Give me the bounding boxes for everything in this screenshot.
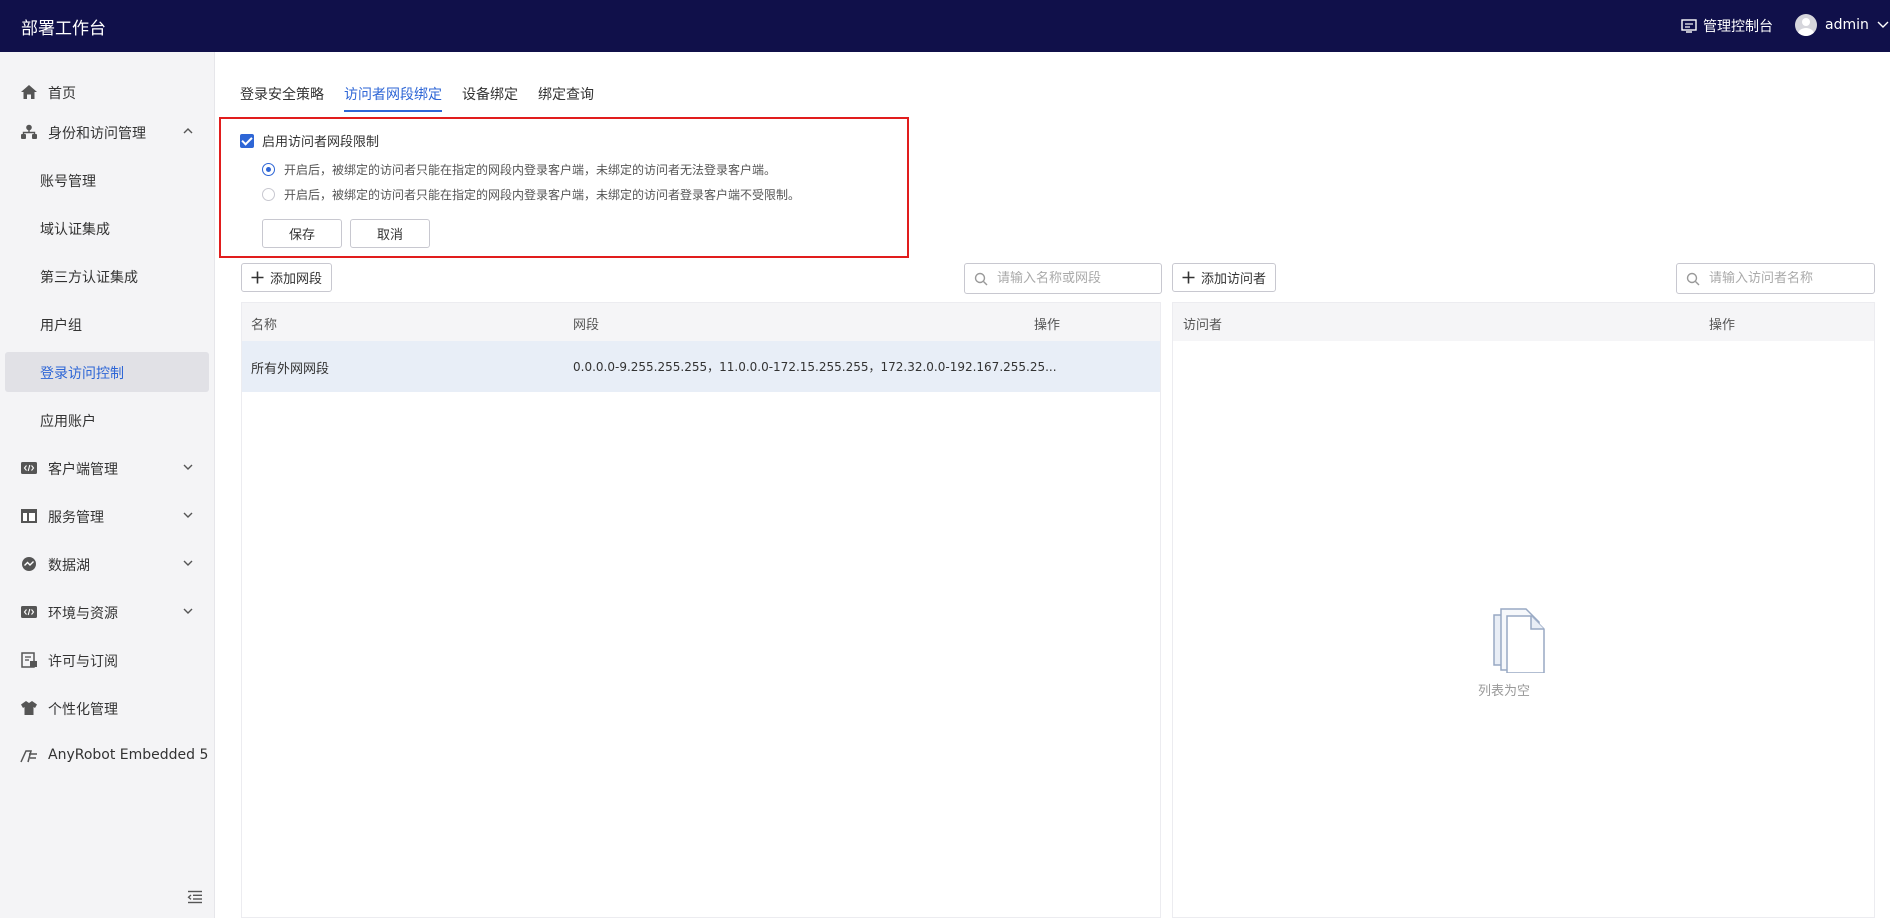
chevron-down-icon xyxy=(183,608,193,614)
avatar xyxy=(1795,14,1817,36)
code-icon xyxy=(21,606,37,618)
sidebar-item-label: 身份和访问管理 xyxy=(48,126,146,142)
sidebar: 首页 身份和访问管理 账号管理 域认证集成 第三方认证集成 用户组 登录访问控制… xyxy=(0,52,215,918)
restriction-option-label: 开启后，被绑定的访问者只能在指定的网段内登录客户端，未绑定的访问者无法登录客户端… xyxy=(284,163,777,177)
enable-restriction-label: 启用访问者网段限制 xyxy=(262,135,380,150)
app-title: 部署工作台 xyxy=(21,19,106,39)
code-icon xyxy=(21,462,37,474)
sidebar-item-personalization[interactable]: 个性化管理 xyxy=(0,688,215,728)
console-label: 管理控制台 xyxy=(1703,19,1773,35)
restriction-option-strict[interactable]: 开启后，被绑定的访问者只能在指定的网段内登录客户端，未绑定的访问者无法登录客户端… xyxy=(262,161,776,178)
restriction-option-loose[interactable]: 开启后，被绑定的访问者只能在指定的网段内登录客户端，未绑定的访问者登录客户端不受… xyxy=(262,186,800,203)
org-icon xyxy=(21,124,37,139)
sidebar-item-label: 登录访问控制 xyxy=(40,366,124,382)
visitor-search-field[interactable] xyxy=(1709,271,1849,286)
empty-list-icon xyxy=(1493,608,1545,673)
active-tab-indicator xyxy=(344,110,442,112)
column-header-name: 名称 xyxy=(251,318,278,333)
collapse-sidebar-icon[interactable] xyxy=(187,890,203,904)
checkbox-checked[interactable] xyxy=(240,133,254,148)
tab-device-binding[interactable]: 设备绑定 xyxy=(462,84,518,104)
chevron-down-icon xyxy=(183,464,193,470)
column-header-action: 操作 xyxy=(1034,318,1061,333)
datalake-icon xyxy=(22,557,36,571)
sidebar-item-label: 客户端管理 xyxy=(48,462,118,478)
sidebar-item-label: 应用账户 xyxy=(40,414,96,430)
tab-visitor-segment-binding[interactable]: 访问者网段绑定 xyxy=(344,84,442,104)
sidebar-item-identity-access[interactable]: 身份和访问管理 xyxy=(0,112,215,152)
column-header-visitor: 访问者 xyxy=(1183,318,1223,333)
chevron-down-icon xyxy=(183,512,193,518)
sidebar-item-label: 第三方认证集成 xyxy=(40,270,138,286)
user-name: admin xyxy=(1825,17,1869,33)
console-icon xyxy=(1681,19,1697,33)
plus-icon xyxy=(1182,271,1195,284)
shirt-icon xyxy=(21,701,37,715)
home-icon xyxy=(21,85,37,99)
segments-table: 名称 网段 操作 所有外网网段 0.0.0.0-9.255.255.255，11… xyxy=(241,302,1161,918)
sidebar-item-domain-auth[interactable]: 域认证集成 xyxy=(0,208,215,248)
sidebar-item-label: AnyRobot Embedded 5 xyxy=(48,747,209,763)
add-visitor-label: 添加访问者 xyxy=(1201,272,1267,287)
user-menu[interactable]: admin xyxy=(1795,14,1889,36)
plus-icon xyxy=(251,271,264,284)
segment-name: 所有外网网段 xyxy=(251,362,330,377)
sidebar-item-third-party-auth[interactable]: 第三方认证集成 xyxy=(0,256,215,296)
sidebar-item-anyrobot[interactable]: AnyRobot Embedded 5 xyxy=(0,736,215,776)
sidebar-item-service-management[interactable]: 服务管理 xyxy=(0,496,215,536)
add-segment-button[interactable]: 添加网段 xyxy=(241,263,333,292)
add-visitor-button[interactable]: 添加访问者 xyxy=(1172,263,1277,292)
sidebar-item-user-groups[interactable]: 用户组 xyxy=(0,304,215,344)
sidebar-item-license-subscription[interactable]: 许可与订阅 xyxy=(0,640,215,680)
sidebar-item-label: 用户组 xyxy=(40,318,82,334)
chevron-down-icon xyxy=(183,560,193,566)
layout-icon xyxy=(21,509,37,523)
license-icon xyxy=(21,652,37,668)
save-button[interactable]: 保存 xyxy=(262,219,342,248)
top-bar: 部署工作台 管理控制台 admin xyxy=(0,0,1890,52)
sidebar-item-accounts[interactable]: 账号管理 xyxy=(0,160,215,200)
sidebar-item-label: 服务管理 xyxy=(48,510,104,526)
sidebar-item-label: 环境与资源 xyxy=(48,606,118,622)
chevron-down-icon xyxy=(1877,21,1889,28)
sidebar-item-app-accounts[interactable]: 应用账户 xyxy=(0,400,215,440)
enable-restriction-checkbox[interactable]: 启用访问者网段限制 xyxy=(240,131,379,150)
table-row[interactable]: 所有外网网段 0.0.0.0-9.255.255.255，11.0.0.0-17… xyxy=(242,341,1160,392)
empty-list-text: 列表为空 xyxy=(1478,684,1531,699)
table-header: 名称 网段 操作 xyxy=(242,303,1160,341)
sidebar-item-client-management[interactable]: 客户端管理 xyxy=(0,448,215,488)
radio-unselected[interactable] xyxy=(262,188,275,201)
search-icon xyxy=(974,272,988,285)
sidebar-item-label: 数据湖 xyxy=(48,558,90,574)
column-header-action: 操作 xyxy=(1709,318,1736,333)
chevron-up-icon xyxy=(183,128,193,134)
radio-selected[interactable] xyxy=(262,163,275,176)
sidebar-item-data-lake[interactable]: 数据湖 xyxy=(0,544,215,584)
tab-login-security-policy[interactable]: 登录安全策略 xyxy=(240,84,324,104)
sidebar-item-label: 账号管理 xyxy=(40,174,96,190)
tab-binding-query[interactable]: 绑定查询 xyxy=(538,84,594,104)
sidebar-item-home[interactable]: 首页 xyxy=(0,72,215,112)
sidebar-item-label: 域认证集成 xyxy=(40,222,110,238)
search-icon xyxy=(1686,272,1700,285)
sidebar-item-login-access-control[interactable]: 登录访问控制 xyxy=(5,352,209,392)
segment-search-input[interactable] xyxy=(964,263,1162,294)
cancel-button[interactable]: 取消 xyxy=(350,219,430,248)
add-segment-label: 添加网段 xyxy=(270,272,323,287)
column-header-segment: 网段 xyxy=(573,318,600,333)
segment-range: 0.0.0.0-9.255.255.255，11.0.0.0-172.15.25… xyxy=(573,360,1057,374)
anyrobot-icon xyxy=(20,750,37,763)
segment-search-field[interactable] xyxy=(997,271,1137,286)
management-console-link[interactable]: 管理控制台 xyxy=(1681,16,1773,36)
restriction-option-label: 开启后，被绑定的访问者只能在指定的网段内登录客户端，未绑定的访问者登录客户端不受… xyxy=(284,188,801,202)
table-header: 访问者 操作 xyxy=(1173,303,1874,341)
sidebar-item-label: 个性化管理 xyxy=(48,702,118,718)
sidebar-item-label: 首页 xyxy=(48,86,76,102)
sidebar-item-environment-resources[interactable]: 环境与资源 xyxy=(0,592,215,632)
visitor-search-input[interactable] xyxy=(1676,263,1875,294)
sidebar-item-label: 许可与订阅 xyxy=(48,654,118,670)
